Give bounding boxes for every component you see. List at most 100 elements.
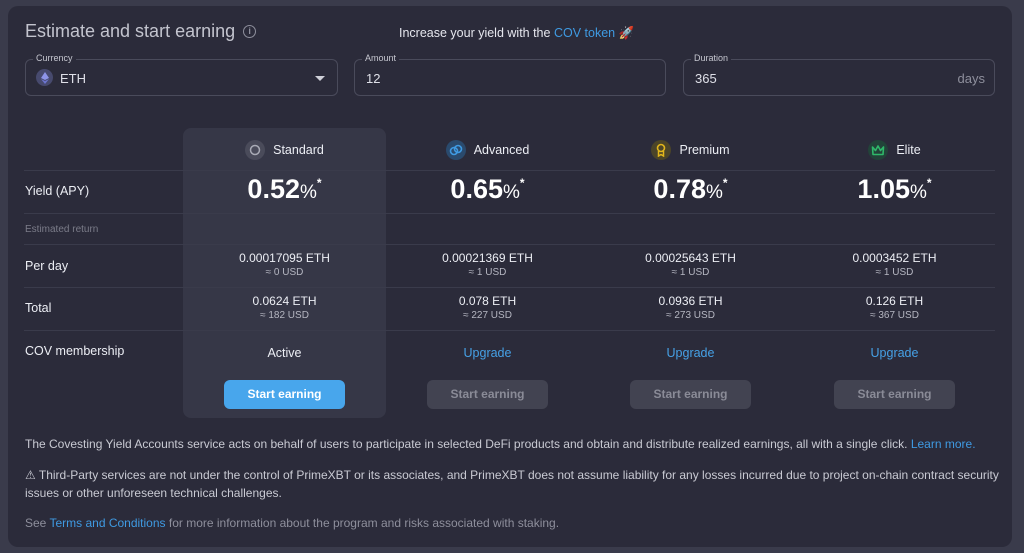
duration-label: Duration: [691, 53, 732, 63]
apy-footnote-mark: *: [316, 176, 322, 190]
row-label-estimated-return: Estimated return: [25, 224, 99, 235]
row-divider: [24, 244, 995, 245]
service-description: The Covesting Yield Accounts service act…: [25, 435, 1000, 453]
circle-icon: [245, 140, 266, 160]
page-title: Estimate and start earning i: [25, 21, 257, 42]
tier-header-premium: Premium: [589, 140, 792, 160]
row-divider: [24, 170, 995, 171]
row-label-per-day: Per day: [25, 259, 69, 273]
learn-more-link[interactable]: Learn more: [911, 437, 972, 451]
total-usd: ≈ 367 USD: [870, 310, 919, 321]
tier-per-day: 0.0003452 ETH ≈ 1 USD: [793, 251, 996, 280]
info-circle-icon[interactable]: i: [243, 25, 257, 38]
third-party-warning: ⚠ Third-Party services are not under the…: [25, 466, 1000, 502]
terms-suffix: for more information about the program a…: [165, 516, 560, 530]
per-day-usd: ≈ 0 USD: [265, 267, 304, 278]
membership-status: Active: [267, 346, 302, 360]
apy-value: 0.65: [450, 174, 503, 204]
cov-promo: Increase your yield with the COV token 🚀: [399, 26, 634, 41]
per-day-usd: ≈ 1 USD: [875, 267, 914, 278]
tier-per-day: 0.00021369 ETH ≈ 1 USD: [386, 251, 589, 280]
upgrade-link[interactable]: Upgrade: [871, 346, 919, 360]
row-label-cov-membership: COV membership: [25, 344, 125, 358]
tier-per-day: 0.00017095 ETH ≈ 0 USD: [183, 251, 386, 280]
total-eth: 0.126 ETH: [865, 294, 924, 308]
apy-footnote-mark: *: [722, 176, 728, 190]
medal-icon: [651, 140, 672, 160]
apy-value: 1.05: [857, 174, 910, 204]
upgrade-link[interactable]: Upgrade: [667, 346, 715, 360]
tier-apy: 0.65%*: [386, 174, 589, 205]
duration-field[interactable]: Duration 365 days: [683, 53, 995, 96]
terms-and-conditions-link[interactable]: Terms and Conditions: [49, 516, 165, 530]
apy-unit: %: [502, 182, 520, 203]
earn-panel: Estimate and start earning i Increase yo…: [8, 6, 1012, 547]
description-text: The Covesting Yield Accounts service act…: [25, 437, 911, 451]
tier-total: 0.0624 ETH ≈ 182 USD: [183, 294, 386, 323]
amount-label: Amount: [362, 53, 400, 63]
total-eth: 0.078 ETH: [458, 294, 517, 308]
total-eth: 0.0624 ETH: [252, 294, 317, 308]
apy-footnote-mark: *: [519, 176, 525, 190]
tier-header-elite: Elite: [793, 140, 996, 160]
tier-name: Standard: [273, 143, 324, 157]
duration-suffix: days: [957, 71, 985, 86]
tier-apy: 1.05%*: [793, 174, 996, 205]
terms-prefix: See: [25, 516, 50, 530]
apy-unit: %: [299, 182, 317, 203]
start-earning-button[interactable]: Start earning: [427, 380, 548, 409]
terms-note: See Terms and Conditions for more inform…: [25, 514, 1000, 532]
currency-select[interactable]: Currency ETH: [25, 53, 338, 96]
upgrade-link[interactable]: Upgrade: [464, 346, 512, 360]
apy-footnote-mark: *: [926, 176, 932, 190]
per-day-eth: 0.00017095 ETH: [239, 251, 330, 265]
per-day-usd: ≈ 1 USD: [671, 267, 710, 278]
tier-apy: 0.52%*: [183, 174, 386, 205]
per-day-eth: 0.0003452 ETH: [852, 251, 937, 265]
tier-total: 0.0936 ETH ≈ 273 USD: [589, 294, 792, 323]
tier-name: Premium: [679, 143, 730, 157]
chevron-down-icon[interactable]: [315, 76, 325, 81]
per-day-eth: 0.00021369 ETH: [442, 251, 533, 265]
apy-value: 0.78: [653, 174, 706, 204]
total-usd: ≈ 182 USD: [260, 310, 309, 321]
amount-value[interactable]: 12: [366, 71, 380, 86]
per-day-eth: 0.00025643 ETH: [645, 251, 736, 265]
row-label-total: Total: [25, 301, 52, 315]
per-day-usd: ≈ 1 USD: [468, 267, 507, 278]
start-earning-button[interactable]: Start earning: [834, 380, 955, 409]
start-earning-button[interactable]: Start earning: [224, 380, 345, 409]
total-usd: ≈ 227 USD: [463, 310, 512, 321]
tier-apy: 0.78%*: [589, 174, 792, 205]
warning-icon: ⚠: [25, 468, 36, 482]
duration-value[interactable]: 365: [695, 71, 717, 86]
total-usd: ≈ 273 USD: [666, 310, 715, 321]
apy-unit: %: [705, 182, 723, 203]
apy-value: 0.52: [247, 174, 300, 204]
cov-token-link[interactable]: COV token: [554, 26, 615, 40]
start-earning-button[interactable]: Start earning: [630, 380, 751, 409]
row-label-yield: Yield (APY): [25, 184, 90, 198]
apy-unit: %: [909, 182, 927, 203]
tier-total: 0.078 ETH ≈ 227 USD: [386, 294, 589, 323]
row-divider: [24, 330, 995, 331]
warning-text: Third-Party services are not under the c…: [25, 468, 999, 500]
learn-more-period: .: [972, 437, 976, 451]
tier-total: 0.126 ETH ≈ 367 USD: [793, 294, 996, 323]
link-rings-icon: [445, 140, 466, 160]
rocket-icon: 🚀: [618, 26, 635, 40]
ethereum-icon: [36, 69, 53, 86]
crown-icon: [868, 140, 889, 160]
total-eth: 0.0936 ETH: [658, 294, 723, 308]
currency-label: Currency: [33, 53, 76, 63]
tier-name: Elite: [896, 143, 921, 157]
tier-name: Advanced: [473, 143, 530, 157]
row-divider: [24, 287, 995, 288]
page-title-text: Estimate and start earning: [25, 21, 236, 41]
promo-text: Increase your yield with the: [399, 26, 554, 40]
row-divider: [24, 213, 995, 214]
tier-header-advanced: Advanced: [386, 140, 589, 160]
amount-field[interactable]: Amount 12: [354, 53, 666, 96]
currency-value: ETH: [60, 71, 86, 86]
tier-per-day: 0.00025643 ETH ≈ 1 USD: [589, 251, 792, 280]
